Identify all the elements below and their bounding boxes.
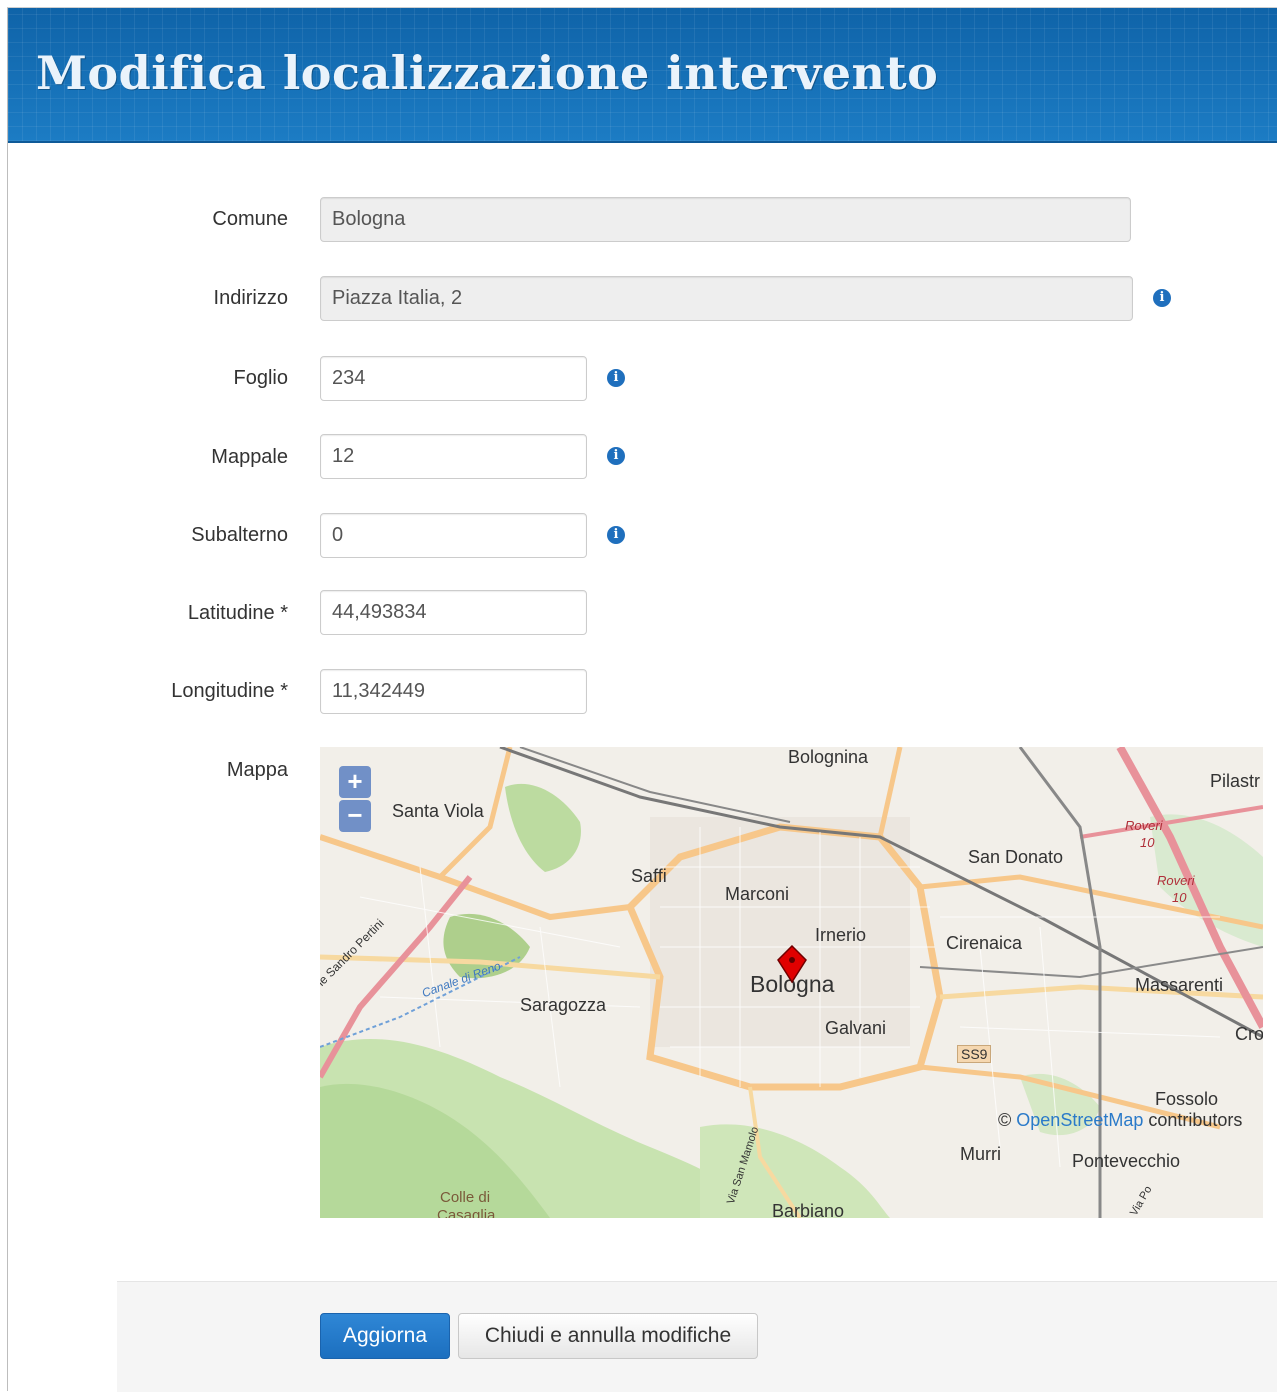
page-title: Modifica localizzazione intervento [36,46,939,100]
foglio-input[interactable]: 234 [320,356,587,401]
map-label: Roveri [1157,873,1195,888]
longitudine-input[interactable]: 11,342449 [320,669,587,714]
map-label: Barbiano [772,1201,845,1218]
indirizzo-field[interactable]: Piazza Italia, 2 [320,276,1133,321]
indirizzo-label: Indirizzo [213,287,288,309]
map-label: Colle di [440,1189,491,1206]
subalterno-label: Subalterno [191,524,288,546]
copyright-symbol: © [998,1110,1012,1130]
map-attribution: © OpenStreetMap contributors [998,1110,1242,1131]
update-button[interactable]: Aggiorna [320,1313,450,1359]
map-label: Massarenti [1135,975,1224,995]
map-label: Saragozza [520,995,607,1015]
map-label: Roveri [1125,818,1163,833]
attribution-suffix: contributors [1148,1110,1243,1130]
map-label: Pontevecchio [1072,1151,1181,1171]
latitudine-label: Latitudine * [187,602,288,624]
info-icon[interactable]: i [607,447,625,465]
cancel-button[interactable]: Chiudi e annulla modifiche [458,1313,758,1359]
map-label: Casaglia [437,1207,496,1218]
map-zoom-control: + − [339,766,371,832]
road-shield: SS9 [957,1045,992,1063]
page-header: Modifica localizzazione intervento [8,8,1277,143]
latitudine-input[interactable]: 44,493834 [320,590,587,635]
map-label: Murri [960,1144,1001,1164]
comune-label: Comune [212,208,288,230]
map-label: San Donato [968,847,1064,867]
map-label: Pilastr [1210,771,1261,791]
map-label: Irnerio [815,925,867,945]
map-label: 10 [1140,835,1155,850]
map-label: Cro [1235,1024,1263,1044]
map-label: Santa Viola [392,801,484,821]
zoom-in-button[interactable]: + [339,766,371,798]
map-label: 10 [1172,890,1187,905]
map-label: Cirenaica [946,933,1023,953]
map-label: Bolognina [788,747,869,767]
openstreetmap-link[interactable]: OpenStreetMap [1016,1110,1143,1130]
map-label: Marconi [725,884,790,904]
map-marker-icon[interactable] [777,945,807,983]
longitudine-label: Longitudine * [171,680,288,702]
subalterno-input[interactable]: 0 [320,513,587,558]
info-icon[interactable]: i [607,369,625,387]
zoom-out-button[interactable]: − [339,800,371,832]
mappale-label: Mappale [211,446,288,468]
map-label: Galvani [825,1018,887,1038]
foglio-label: Foglio [233,367,288,389]
map-label: Saffi [631,866,667,886]
mappa-label: Mappa [226,759,288,781]
mappale-input[interactable]: 12 [320,434,587,479]
info-icon[interactable]: i [1153,289,1171,307]
info-icon[interactable]: i [607,526,625,544]
comune-field[interactable]: Bologna [320,197,1131,242]
map-label: Fossolo [1155,1089,1219,1109]
map-view[interactable]: Bolognina Pilastr Santa Viola Roveri 10 … [320,747,1263,1218]
